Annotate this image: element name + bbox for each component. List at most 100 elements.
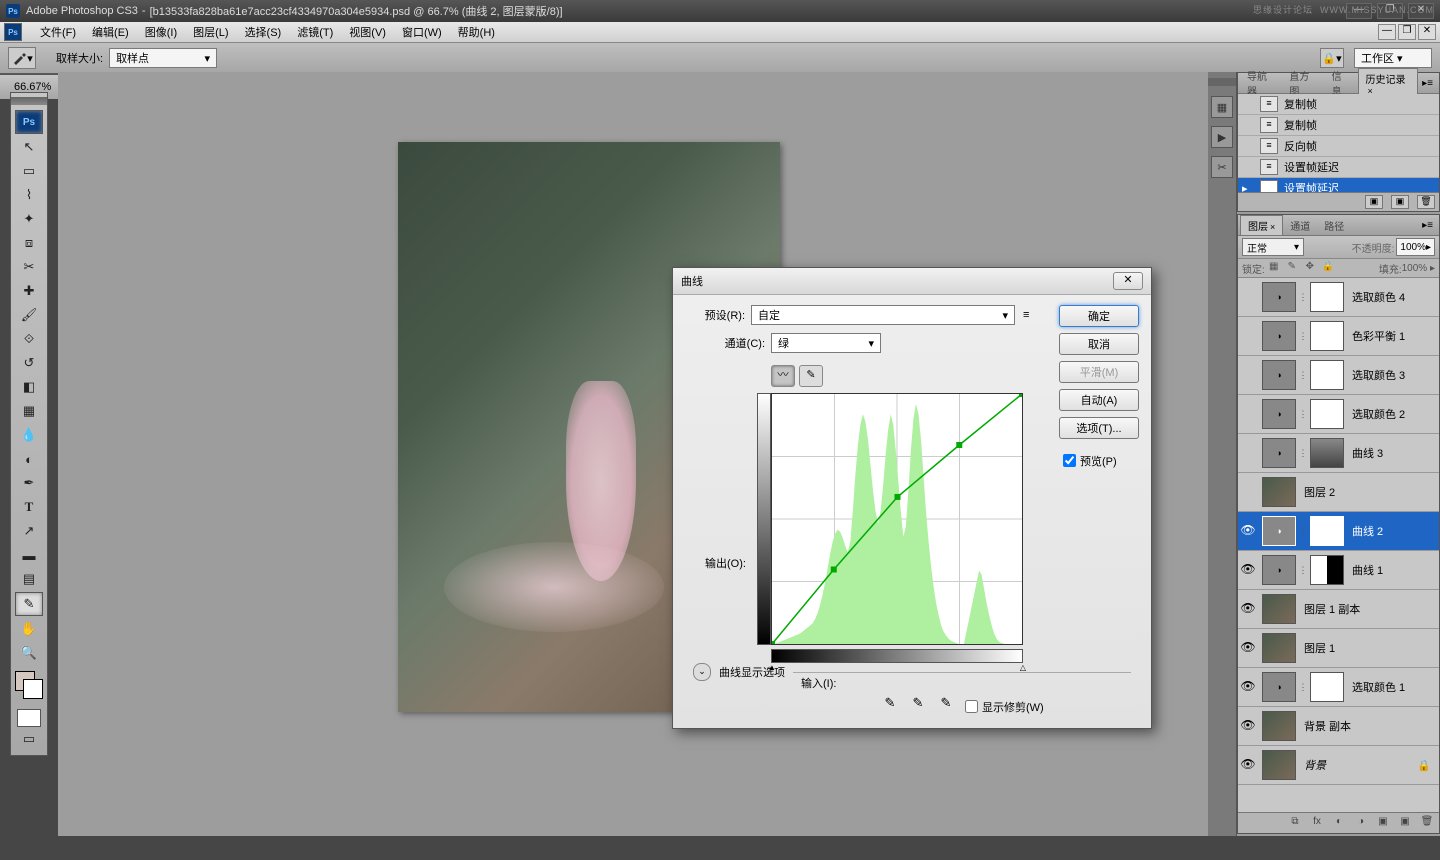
crop-tool-icon[interactable]: ⧈ bbox=[16, 232, 42, 254]
visibility-toggle-icon[interactable]: 👁 bbox=[1240, 601, 1256, 617]
lock-trans-icon[interactable]: ▦ bbox=[1267, 261, 1281, 275]
curve-pencil-tool-icon[interactable]: ✎ bbox=[799, 365, 823, 387]
new-snapshot-icon[interactable]: ▣ bbox=[1365, 195, 1383, 209]
preset-menu-icon[interactable]: ≡ bbox=[1023, 309, 1029, 321]
eyedropper-tool-icon[interactable]: ▾ bbox=[8, 47, 36, 69]
layer-row[interactable]: 👁图层 1 bbox=[1238, 629, 1439, 668]
layer-row[interactable]: 👁图层 1 副本 bbox=[1238, 590, 1439, 629]
hand-tool-icon[interactable]: ✋ bbox=[16, 618, 42, 640]
panel-menu-icon[interactable]: ▸≡ bbox=[1418, 220, 1437, 231]
workspace-dropdown[interactable]: 工作区 ▾ bbox=[1354, 48, 1432, 68]
shape-tool-icon[interactable]: ▬ bbox=[16, 544, 42, 566]
wand-tool-icon[interactable]: ✦ bbox=[16, 208, 42, 230]
ps-logo-icon[interactable]: Ps bbox=[15, 110, 43, 134]
doc-close-icon[interactable]: ✕ bbox=[1418, 24, 1436, 40]
visibility-toggle-icon[interactable] bbox=[1240, 328, 1256, 344]
adjustment-icon[interactable]: ◑ bbox=[1353, 816, 1369, 830]
link-icon[interactable]: ⧉ bbox=[1287, 816, 1303, 830]
new-doc-icon[interactable]: ▣ bbox=[1391, 195, 1409, 209]
tab-paths[interactable]: 路径 bbox=[1317, 216, 1351, 235]
gradient-tool-icon[interactable]: ▦ bbox=[16, 400, 42, 422]
menu-edit[interactable]: 编辑(E) bbox=[84, 22, 137, 42]
cancel-button[interactable]: 取消 bbox=[1059, 333, 1139, 355]
trash-icon[interactable]: 🗑 bbox=[1419, 816, 1435, 830]
preset-dropdown[interactable]: 自定▾ bbox=[751, 305, 1015, 325]
visibility-toggle-icon[interactable]: 👁 bbox=[1240, 757, 1256, 773]
lock-move-icon[interactable]: ✥ bbox=[1303, 261, 1317, 275]
fill-field[interactable]: 100% ▸ bbox=[1402, 263, 1435, 274]
lock-all-icon[interactable]: 🔒 bbox=[1321, 261, 1335, 275]
visibility-toggle-icon[interactable]: 👁 bbox=[1240, 523, 1256, 539]
eraser-tool-icon[interactable]: ◧ bbox=[16, 376, 42, 398]
lock-icon[interactable]: 🔒▾ bbox=[1320, 48, 1344, 68]
link-icon[interactable]: ⋮ bbox=[1298, 565, 1308, 576]
visibility-toggle-icon[interactable]: 👁 bbox=[1240, 679, 1256, 695]
layer-row[interactable]: 👁◑⋮曲线 1 bbox=[1238, 551, 1439, 590]
dialog-titlebar[interactable]: 曲线 ✕ bbox=[673, 268, 1151, 295]
auto-button[interactable]: 自动(A) bbox=[1059, 389, 1139, 411]
panel-menu-icon[interactable]: ▸≡ bbox=[1418, 78, 1437, 89]
link-icon[interactable]: ⋮ bbox=[1298, 448, 1308, 459]
move-tool-icon[interactable]: ↖ bbox=[16, 136, 42, 158]
dock-tool-icon[interactable]: ✂ bbox=[1211, 156, 1233, 178]
opacity-field[interactable]: 100% ▸ bbox=[1396, 238, 1435, 256]
notes-tool-icon[interactable]: ▤ bbox=[16, 568, 42, 590]
gray-point-dropper-icon[interactable]: ✎ bbox=[909, 695, 927, 713]
menu-image[interactable]: 图像(I) bbox=[137, 22, 185, 42]
layer-row[interactable]: 图层 2 bbox=[1238, 473, 1439, 512]
menu-select[interactable]: 选择(S) bbox=[237, 22, 290, 42]
history-item[interactable]: ≡复制帧 bbox=[1238, 115, 1439, 136]
path-tool-icon[interactable]: ↗ bbox=[16, 520, 42, 542]
layer-row[interactable]: ◑⋮选取颜色 4 bbox=[1238, 278, 1439, 317]
tab-channels[interactable]: 通道 bbox=[1283, 216, 1317, 235]
layer-row[interactable]: ◑⋮选取颜色 2 bbox=[1238, 395, 1439, 434]
ok-button[interactable]: 确定 bbox=[1059, 305, 1139, 327]
dodge-tool-icon[interactable]: ◐ bbox=[16, 448, 42, 470]
menu-filter[interactable]: 滤镜(T) bbox=[289, 22, 341, 42]
slice-tool-icon[interactable]: ✂ bbox=[16, 256, 42, 278]
history-item[interactable]: ▸≡设置帧延迟 bbox=[1238, 178, 1439, 192]
smooth-button[interactable]: 平滑(M) bbox=[1059, 361, 1139, 383]
visibility-toggle-icon[interactable]: 👁 bbox=[1240, 562, 1256, 578]
curve-display-options[interactable]: ⌄ 曲线显示选项 bbox=[693, 663, 1131, 681]
preview-checkbox[interactable]: 预览(P) bbox=[1059, 451, 1139, 470]
visibility-toggle-icon[interactable] bbox=[1240, 289, 1256, 305]
history-item[interactable]: ≡反向帧 bbox=[1238, 136, 1439, 157]
curves-graph[interactable] bbox=[771, 393, 1023, 645]
trash-icon[interactable]: 🗑 bbox=[1417, 195, 1435, 209]
folder-icon[interactable]: ▣ bbox=[1375, 816, 1391, 830]
layer-row[interactable]: ◑⋮曲线 3 bbox=[1238, 434, 1439, 473]
tab-layers[interactable]: 图层× bbox=[1240, 215, 1283, 235]
history-item[interactable]: ≡复制帧 bbox=[1238, 94, 1439, 115]
link-icon[interactable]: ⋮ bbox=[1298, 331, 1308, 342]
menu-window[interactable]: 窗口(W) bbox=[394, 22, 450, 42]
channel-dropdown[interactable]: 绿▾ bbox=[771, 333, 881, 353]
lock-paint-icon[interactable]: ✎ bbox=[1285, 261, 1299, 275]
visibility-toggle-icon[interactable] bbox=[1240, 445, 1256, 461]
pen-tool-icon[interactable]: ✒ bbox=[16, 472, 42, 494]
blur-tool-icon[interactable]: 💧 bbox=[16, 424, 42, 446]
lasso-tool-icon[interactable]: ⌇ bbox=[16, 184, 42, 206]
link-icon[interactable]: ⋮ bbox=[1298, 292, 1308, 303]
quickmask-icon[interactable] bbox=[17, 709, 41, 727]
visibility-toggle-icon[interactable] bbox=[1240, 406, 1256, 422]
layer-row[interactable]: 👁◑⋮曲线 2 bbox=[1238, 512, 1439, 551]
layer-row[interactable]: 👁◑⋮选取颜色 1 bbox=[1238, 668, 1439, 707]
screenmode-icon[interactable]: ▭ bbox=[16, 728, 42, 750]
layer-row[interactable]: ◑⋮选取颜色 3 bbox=[1238, 356, 1439, 395]
color-swatch[interactable] bbox=[15, 671, 43, 699]
layer-row[interactable]: 👁背景🔒 bbox=[1238, 746, 1439, 785]
white-point-dropper-icon[interactable]: ✎ bbox=[937, 695, 955, 713]
link-icon[interactable]: ⋮ bbox=[1298, 409, 1308, 420]
dock-grid-icon[interactable]: ▦ bbox=[1211, 96, 1233, 118]
zoom-tool-icon[interactable]: 🔍 bbox=[16, 642, 42, 664]
mask-icon[interactable]: ◐ bbox=[1331, 816, 1347, 830]
heal-tool-icon[interactable]: ✚ bbox=[16, 280, 42, 302]
link-icon[interactable]: ⋮ bbox=[1298, 682, 1308, 693]
history-item[interactable]: ≡设置帧延迟 bbox=[1238, 157, 1439, 178]
layer-row[interactable]: 👁背景 副本 bbox=[1238, 707, 1439, 746]
doc-minimize-icon[interactable]: — bbox=[1378, 24, 1396, 40]
chevron-down-icon[interactable]: ⌄ bbox=[693, 663, 711, 681]
dialog-close-icon[interactable]: ✕ bbox=[1113, 272, 1143, 290]
menu-file[interactable]: 文件(F) bbox=[32, 22, 84, 42]
